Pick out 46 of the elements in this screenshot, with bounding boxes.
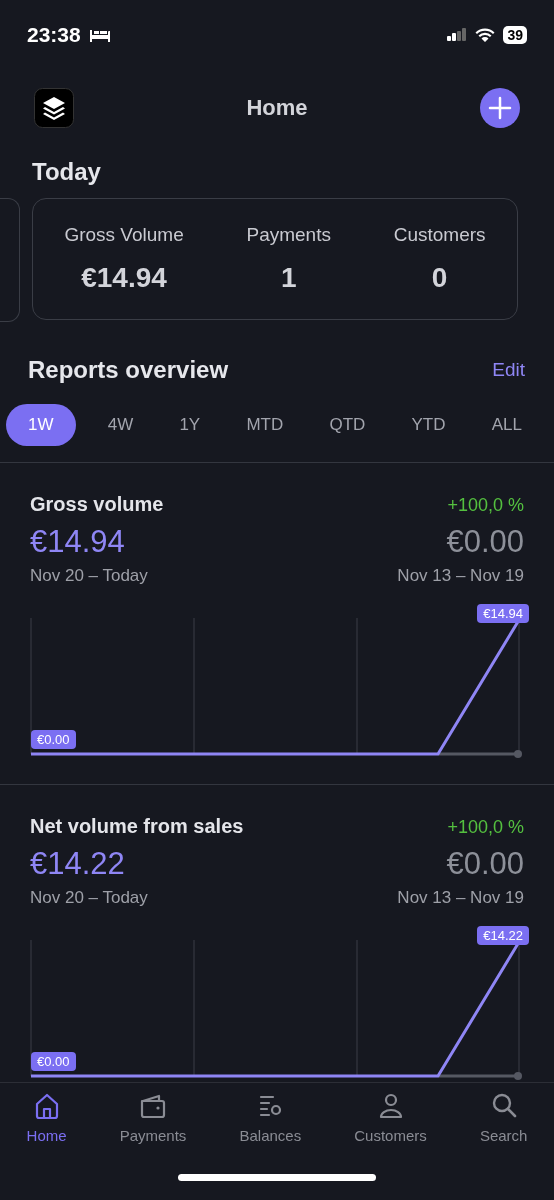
layers-icon[interactable] xyxy=(34,88,74,128)
period-tab[interactable]: MTD xyxy=(232,405,298,445)
page-title: Home xyxy=(246,95,308,121)
report-title: Net volume from sales xyxy=(30,815,244,838)
current-period: Nov 20 – Today xyxy=(30,566,148,586)
tab-bar-item[interactable]: Home xyxy=(26,1091,67,1144)
battery-indicator: 39 xyxy=(503,26,527,44)
stat-label: Customers xyxy=(393,224,486,246)
tab-bar-item[interactable]: Customers xyxy=(354,1091,427,1144)
tab-bar-item[interactable]: Balances xyxy=(239,1091,302,1144)
current-value: €14.22 xyxy=(30,846,125,882)
add-button[interactable] xyxy=(480,88,520,128)
stats-card[interactable]: Gross Volume €14.94 Payments 1 Customers 0 xyxy=(32,198,518,320)
value-tag: €0.00 xyxy=(31,1052,76,1071)
previous-period: Nov 13 – Nov 19 xyxy=(397,888,524,908)
report-title: Gross volume xyxy=(30,493,164,516)
status-time: 23:38 xyxy=(27,23,81,47)
value-tag: €14.22 xyxy=(477,926,529,945)
section-title: Today xyxy=(31,157,102,186)
previous-value: €0.00 xyxy=(446,524,524,560)
change-percent: +100,0 % xyxy=(447,495,524,516)
current-period: Nov 20 – Today xyxy=(30,888,148,908)
period-tab[interactable]: ALL xyxy=(477,405,536,445)
stat-value: 0 xyxy=(431,262,448,294)
edit-link[interactable]: Edit xyxy=(492,359,525,381)
tab-bar-item[interactable]: Search xyxy=(479,1091,528,1144)
change-percent: +100,0 % xyxy=(447,817,524,838)
previous-value: €0.00 xyxy=(446,846,524,882)
period-tab[interactable]: YTD xyxy=(397,405,460,445)
previous-period: Nov 13 – Nov 19 xyxy=(397,566,524,586)
section-title: Reports overview xyxy=(28,356,229,384)
stat-label: Gross Volume xyxy=(64,224,184,246)
period-tab[interactable]: QTD xyxy=(315,405,380,445)
signal-icon xyxy=(447,28,468,42)
value-tag: €0.00 xyxy=(31,730,76,749)
tab-bar-item[interactable]: Payments xyxy=(119,1091,187,1144)
period-tab[interactable]: 4W xyxy=(93,405,148,445)
value-tag: €14.94 xyxy=(477,604,529,623)
current-value: €14.94 xyxy=(30,524,125,560)
stat-label: Payments xyxy=(246,224,331,246)
wifi-icon xyxy=(475,27,496,43)
bed-icon xyxy=(88,28,111,42)
period-tab[interactable]: 1Y xyxy=(165,405,215,445)
period-tab[interactable]: 1W xyxy=(6,404,76,446)
stat-value: €14.94 xyxy=(81,262,167,294)
stat-value: 1 xyxy=(280,262,297,294)
